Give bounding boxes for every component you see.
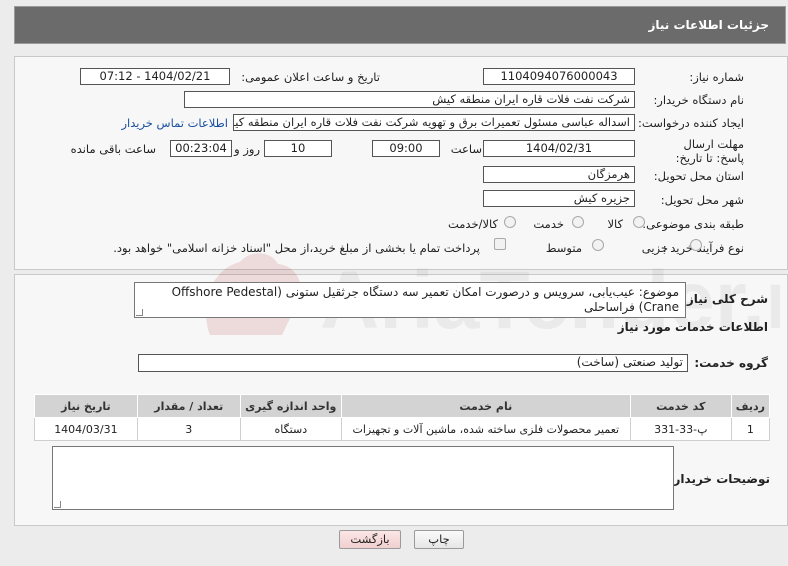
deadline-time-label: ساعت — [450, 142, 482, 156]
purchase-medium-radio[interactable] — [592, 239, 604, 251]
summary-label: شرح کلی نیاز: — [682, 292, 768, 306]
service-group-field: تولید صنعتی (ساخت) — [138, 354, 688, 372]
col-service-code: کد خدمت — [629, 394, 732, 418]
category-service-radio[interactable] — [572, 216, 584, 228]
province-field: هرمزگان — [483, 166, 635, 183]
deadline-label: مهلت ارسال پاسخ: تا تاریخ: — [675, 137, 744, 165]
col-service-name: نام خدمت — [340, 394, 631, 418]
col-quantity: تعداد / مقدار — [136, 394, 241, 418]
print-button[interactable]: چاپ — [414, 530, 464, 549]
purchase-type-label: نوع فرآیند خرید : — [662, 241, 744, 255]
col-unit: واحد اندازه گیری — [239, 394, 342, 418]
buyer-notes-textarea[interactable] — [52, 446, 674, 510]
buyer-notes-label: توضیحات خریدار: — [668, 472, 770, 486]
page-header: جزئیات اطلاعات نیاز — [14, 6, 786, 44]
buyer-org-label: نام دستگاه خریدار: — [653, 93, 744, 107]
need-number-label: شماره نیاز: — [689, 70, 744, 84]
days-field: 10 — [264, 140, 332, 157]
back-button[interactable]: بازگشت — [339, 530, 401, 549]
summary-textarea: موضوع: عیب‌یابی، سرویس و درصورت امکان تع… — [134, 282, 686, 318]
category-service-label: خدمت — [533, 217, 564, 231]
buyer-org-field: شرکت نفت فلات قاره ایران منطقه کیش — [184, 91, 635, 108]
announce-field: 1404/02/21 - 07:12 — [80, 68, 230, 85]
category-goods-service-label: کالا/خدمت — [447, 217, 498, 231]
city-field: جزیره کیش — [483, 190, 635, 207]
creator-label: ایجاد کننده درخواست: — [638, 116, 744, 130]
col-need-date: تاریخ نیاز — [34, 394, 138, 418]
category-goods-service-radio[interactable] — [504, 216, 516, 228]
creator-field: اسداله عباسی مسئول تعمیرات برق و تهویه ش… — [233, 114, 635, 131]
purchase-minor-radio[interactable] — [690, 239, 702, 251]
buyer-notes-resize-handle[interactable] — [54, 501, 61, 508]
services-table-header: ردیف کد خدمت نام خدمت واحد اندازه گیری ت… — [34, 394, 771, 418]
province-label: استان محل تحویل: — [653, 169, 744, 183]
city-label: شهر محل تحویل: — [660, 193, 744, 207]
cell-row-number: 1 — [730, 417, 771, 441]
days-label: روز و — [234, 142, 260, 156]
cell-quantity: 3 — [136, 417, 241, 441]
deadline-time-field: 09:00 — [372, 140, 440, 157]
purchase-minor-label: جزیی — [641, 241, 668, 255]
services-section-title: اطلاعات خدمات مورد نیاز — [617, 320, 768, 334]
need-number-field: 1104094076000043 — [483, 68, 635, 85]
category-goods-label: کالا — [607, 217, 623, 231]
remaining-label: ساعت باقی مانده — [70, 142, 156, 156]
cell-need-date: 1404/03/31 — [34, 417, 138, 441]
table-row: 1 پ-33-331 تعمیر محصولات فلزی ساخته شده،… — [34, 417, 771, 441]
summary-resize-handle[interactable] — [136, 309, 143, 316]
treasury-payment-note: پرداخت تمام یا بخشی از مبلغ خرید،از محل … — [113, 241, 480, 255]
service-group-label: گروه خدمت: — [694, 356, 768, 370]
buyer-contact-link[interactable]: اطلاعات تماس خریدار — [121, 116, 228, 130]
deadline-date-field: 1404/02/31 — [483, 140, 635, 157]
cell-service-name: تعمیر محصولات فلزی ساخته شده، ماشین آلات… — [340, 417, 631, 441]
treasury-payment-checkbox[interactable] — [494, 238, 506, 250]
page-title: جزئیات اطلاعات نیاز — [648, 18, 769, 32]
announce-label: تاریخ و ساعت اعلان عمومی: — [241, 70, 380, 84]
remaining-time-field: 00:23:04 — [170, 140, 232, 157]
services-table: ردیف کد خدمت نام خدمت واحد اندازه گیری ت… — [34, 394, 771, 441]
col-row-number: ردیف — [730, 394, 771, 418]
cell-service-code: پ-33-331 — [629, 417, 732, 441]
purchase-medium-label: متوسط — [545, 241, 582, 255]
category-goods-radio[interactable] — [633, 216, 645, 228]
category-label: طبقه بندی موضوعی: — [642, 217, 744, 231]
cell-unit: دستگاه — [239, 417, 342, 441]
